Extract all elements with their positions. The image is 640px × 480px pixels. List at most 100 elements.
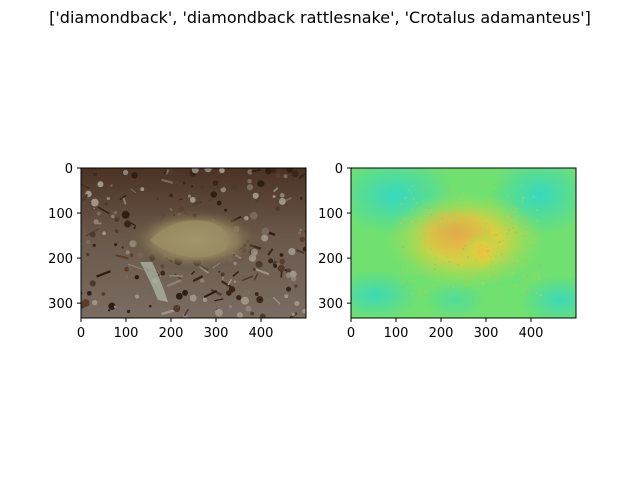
image-texture-speck <box>291 170 299 178</box>
saliency-noise-speck <box>530 241 532 244</box>
saliency-noise-speck <box>462 248 465 250</box>
image-texture-speck <box>189 196 196 203</box>
x-tick-label: 300 <box>204 326 229 341</box>
saliency-noise-speck <box>464 284 467 287</box>
saliency-noise-speck <box>401 282 403 284</box>
saliency-noise-speck <box>525 228 527 231</box>
saliency-noise-speck <box>482 283 484 285</box>
image-texture-speck <box>124 220 132 228</box>
saliency-noise-speck <box>467 285 470 287</box>
saliency-noise-speck <box>526 290 528 292</box>
saliency-noise-speck <box>502 255 505 258</box>
saliency-noise-speck <box>534 277 536 280</box>
saliency-noise-speck <box>452 286 455 288</box>
saliency-noise-speck <box>435 293 437 296</box>
saliency-noise-speck <box>476 273 479 276</box>
saliency-noise-speck <box>402 246 404 248</box>
saliency-noise-speck <box>470 236 472 239</box>
saliency-noise-speck <box>521 200 524 203</box>
saliency-noise-speck <box>440 205 443 208</box>
saliency-noise-speck <box>507 288 510 291</box>
saliency-noise-speck <box>491 261 493 263</box>
image-texture-speck <box>259 181 265 187</box>
saliency-noise-speck <box>503 279 505 282</box>
image-texture-speck <box>215 308 223 317</box>
image-texture-speck <box>291 312 295 316</box>
image-texture-speck <box>299 228 302 231</box>
saliency-noise-speck <box>413 283 415 285</box>
saliency-noise-speck <box>517 252 519 254</box>
saliency-noise-speck <box>428 272 431 275</box>
image-texture-speck <box>200 185 204 189</box>
saliency-noise-speck <box>413 197 415 200</box>
y-tick-label: 100 <box>48 207 73 222</box>
saliency-noise-speck <box>511 227 514 229</box>
image-texture-speck <box>104 202 108 206</box>
saliency-noise-speck <box>404 218 406 220</box>
saliency-noise-speck <box>407 271 409 273</box>
image-texture-speck <box>81 306 82 308</box>
saliency-noise-speck <box>447 284 450 286</box>
saliency-noise-speck <box>473 287 476 289</box>
saliency-noise-speck <box>537 273 540 275</box>
image-texture-speck <box>275 173 281 179</box>
saliency-noise-speck <box>438 278 441 280</box>
saliency-noise-speck <box>448 261 451 263</box>
image-texture-speck <box>286 286 292 292</box>
image-texture-speck <box>102 231 106 236</box>
saliency-noise-speck <box>515 231 517 233</box>
image-texture-speck <box>189 294 197 302</box>
saliency-noise-speck <box>462 193 465 195</box>
saliency-noise-speck <box>450 190 452 192</box>
saliency-noise-speck <box>412 221 414 223</box>
saliency-noise-speck <box>498 246 500 248</box>
saliency-noise-speck <box>522 196 525 199</box>
saliency-noise-speck <box>449 250 451 253</box>
saliency-noise-speck <box>531 267 533 270</box>
saliency-noise-speck <box>445 207 448 210</box>
saliency-noise-speck <box>460 189 462 192</box>
saliency-noise-speck <box>516 207 518 210</box>
image-texture-speck <box>250 311 255 316</box>
image-texture-speck <box>113 305 117 309</box>
saliency-noise-speck <box>535 272 537 274</box>
image-texture-speck <box>272 195 276 199</box>
x-tick-label: 0 <box>347 326 355 341</box>
saliency-noise-speck <box>500 253 503 255</box>
saliency-noise-speck <box>518 263 520 265</box>
saliency-noise-speck <box>501 239 504 242</box>
saliency-noise-speck <box>482 185 485 187</box>
saliency-noise-speck <box>527 234 529 237</box>
image-texture-speck <box>121 210 130 219</box>
image-texture-speck <box>114 229 119 234</box>
image-texture-speck <box>273 263 278 268</box>
image-texture-speck <box>182 289 188 296</box>
saliency-noise-speck <box>467 275 469 278</box>
image-texture-speck <box>106 196 110 201</box>
image-texture-speck <box>92 299 98 306</box>
saliency-noise-speck <box>526 218 528 221</box>
image-texture-speck <box>202 297 208 303</box>
saliency-noise-speck <box>495 255 497 257</box>
saliency-noise-speck <box>484 193 487 196</box>
image-texture-speck <box>124 266 129 272</box>
saliency-noise-speck <box>445 225 447 227</box>
saliency-noise-speck <box>472 214 474 217</box>
saliency-noise-speck <box>536 219 538 222</box>
saliency-noise-speck <box>430 214 432 216</box>
saliency-noise-speck <box>534 282 537 285</box>
saliency-noise-speck <box>425 291 428 293</box>
saliency-noise-speck <box>422 237 425 240</box>
image-texture-speck <box>288 247 296 256</box>
image-texture-speck <box>182 181 186 185</box>
image-texture-speck <box>148 304 152 308</box>
saliency-noise-speck <box>400 203 403 205</box>
image-texture-speck <box>93 219 99 225</box>
saliency-noise-speck <box>444 261 446 264</box>
saliency-noise-speck <box>513 211 516 213</box>
figure-canvas: 0 100 200 300 400 0 100 200 300 0 100 200 300 400 0 100… <box>48 162 577 341</box>
saliency-noise-speck <box>534 237 536 240</box>
saliency-noise-speck <box>423 206 426 209</box>
saliency-noise-speck <box>508 229 511 231</box>
image-texture-speck <box>175 292 183 300</box>
